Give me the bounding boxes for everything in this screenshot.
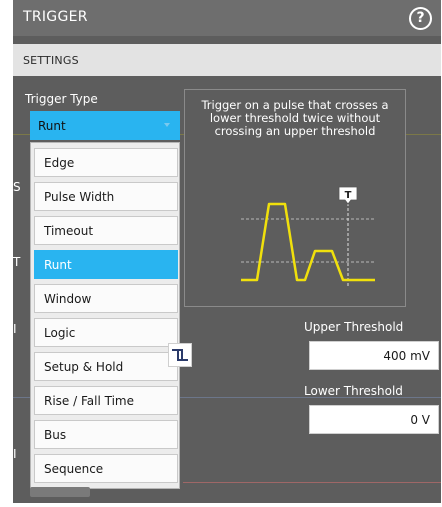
- partially-hidden-control: [30, 487, 90, 497]
- hidden-label-fragment: S: [13, 180, 21, 194]
- chevron-down-icon: [164, 123, 170, 127]
- swap-thresholds-icon[interactable]: [168, 343, 192, 367]
- background-trace: [183, 482, 441, 483]
- menu-item-edge[interactable]: Edge: [34, 148, 178, 177]
- trigger-marker-icon: T: [338, 186, 358, 205]
- swap-thresholds-glyph: [172, 349, 188, 361]
- lower-threshold-label: Lower Threshold: [304, 384, 403, 398]
- settings-label: SETTINGS: [23, 54, 79, 67]
- menu-item-setup-hold[interactable]: Setup & Hold: [34, 352, 178, 381]
- waveform-trace: [241, 202, 375, 282]
- upper-threshold-input[interactable]: 400 mV: [309, 341, 439, 370]
- settings-section-header: SETTINGS: [13, 44, 441, 76]
- trigger-marker-label: T: [345, 190, 352, 201]
- menu-item-bus[interactable]: Bus: [34, 420, 178, 449]
- lower-threshold-input[interactable]: 0 V: [309, 405, 439, 434]
- menu-item-pulse-width[interactable]: Pulse Width: [34, 182, 178, 211]
- upper-threshold-label: Upper Threshold: [304, 320, 404, 334]
- hidden-label-fragment: I: [13, 322, 17, 336]
- trigger-type-dropdown[interactable]: Runt: [30, 111, 180, 140]
- lower-threshold-value: 0 V: [410, 413, 430, 427]
- menu-item-timeout[interactable]: Timeout: [34, 216, 178, 245]
- trigger-panel: TRIGGER ? SETTINGS S T I I Trigger Type …: [13, 0, 441, 503]
- title-bar: TRIGGER ?: [13, 0, 441, 36]
- hidden-label-fragment: T: [13, 255, 21, 269]
- panel-title: TRIGGER: [23, 9, 88, 25]
- runt-trigger-diagram: Trigger on a pulse that crosses a lower …: [184, 89, 406, 307]
- runt-waveform-illustration: T: [241, 186, 375, 286]
- menu-item-sequence[interactable]: Sequence: [34, 454, 178, 483]
- upper-threshold-value: 400 mV: [383, 349, 430, 363]
- menu-item-window[interactable]: Window: [34, 284, 178, 313]
- trigger-type-label: Trigger Type: [25, 92, 98, 106]
- menu-item-logic[interactable]: Logic: [34, 318, 178, 347]
- menu-item-rise-fall-time[interactable]: Rise / Fall Time: [34, 386, 178, 415]
- trigger-type-value: Runt: [38, 119, 66, 133]
- trigger-type-menu: Edge Pulse Width Timeout Runt Window Log…: [30, 142, 180, 489]
- help-icon[interactable]: ?: [409, 7, 432, 30]
- hidden-label-fragment: I: [13, 447, 17, 461]
- menu-item-runt[interactable]: Runt: [34, 250, 178, 279]
